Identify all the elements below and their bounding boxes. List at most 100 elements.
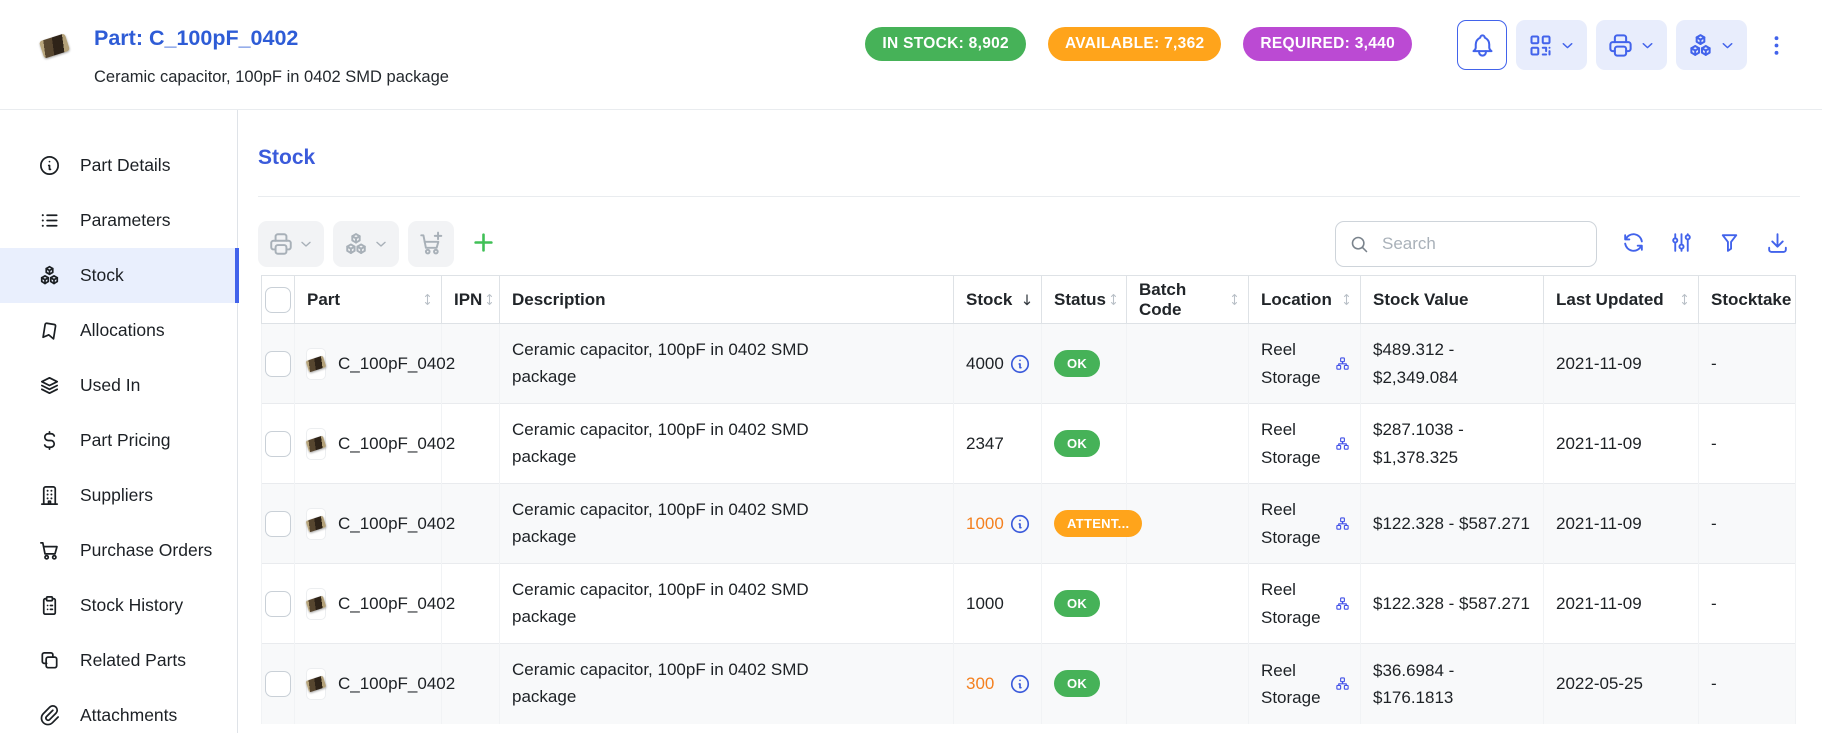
column-header-batch-code[interactable]: Batch Code bbox=[1127, 276, 1249, 324]
location-link[interactable]: Reel Storage bbox=[1261, 336, 1335, 390]
chevron-down-icon bbox=[373, 236, 389, 252]
stocktake-cell: - bbox=[1699, 644, 1796, 724]
status-badge: OK bbox=[1054, 670, 1100, 697]
sidebar: Part Details Parameters Stock Allocation… bbox=[0, 110, 238, 733]
copy-icon bbox=[38, 649, 61, 672]
column-header-location[interactable]: Location bbox=[1249, 276, 1361, 324]
part-thumbnail bbox=[307, 349, 325, 379]
sidebar-item-label: Parameters bbox=[80, 210, 170, 231]
column-header-status[interactable]: Status bbox=[1042, 276, 1127, 324]
sidebar-item-related-parts[interactable]: Related Parts bbox=[0, 633, 237, 688]
column-header-stocktake: Stocktake bbox=[1699, 276, 1796, 324]
order-stock-button[interactable] bbox=[408, 221, 454, 267]
print-actions-button[interactable] bbox=[1596, 20, 1667, 70]
part-thumbnail bbox=[307, 509, 325, 539]
column-header-part[interactable]: Part bbox=[295, 276, 442, 324]
sort-both-icon[interactable] bbox=[1677, 292, 1692, 307]
stock-value-cell: $122.328 - $587.271 bbox=[1361, 564, 1544, 644]
stock-cell: 1000 bbox=[954, 564, 1042, 644]
filter-button[interactable] bbox=[1717, 230, 1742, 258]
row-checkbox[interactable] bbox=[265, 511, 291, 537]
add-stock-item-button[interactable] bbox=[470, 229, 497, 259]
sidebar-item-purchase-orders[interactable]: Purchase Orders bbox=[0, 523, 237, 578]
batch-code-cell bbox=[1127, 484, 1249, 564]
part-name-link[interactable]: C_100pF_0402 bbox=[338, 674, 455, 694]
location-link[interactable]: Reel Storage bbox=[1261, 576, 1335, 630]
clipboard-icon bbox=[38, 594, 61, 617]
info-circle-icon[interactable] bbox=[1009, 673, 1031, 695]
row-checkbox[interactable] bbox=[265, 671, 291, 697]
last-updated-cell: 2021-11-09 bbox=[1544, 564, 1699, 644]
sidebar-item-stock[interactable]: Stock bbox=[0, 248, 237, 303]
part-name-link[interactable]: C_100pF_0402 bbox=[338, 354, 455, 374]
part-name-link[interactable]: C_100pF_0402 bbox=[338, 594, 455, 614]
sidebar-item-used-in[interactable]: Used In bbox=[0, 358, 237, 413]
description-cell: Ceramic capacitor, 100pF in 0402 SMD pac… bbox=[500, 404, 954, 484]
sort-both-icon[interactable] bbox=[420, 292, 435, 307]
sort-both-icon[interactable] bbox=[1339, 292, 1354, 307]
sidebar-item-label: Suppliers bbox=[80, 485, 153, 506]
sort-both-icon[interactable] bbox=[482, 292, 497, 307]
stock-quantity: 2347 bbox=[966, 434, 1004, 454]
sitemap-icon bbox=[1335, 516, 1350, 531]
sidebar-item-allocations[interactable]: Allocations bbox=[0, 303, 237, 358]
cart-icon bbox=[38, 539, 61, 562]
barcode-actions-button[interactable] bbox=[1516, 20, 1587, 70]
in-stock-badge: IN STOCK: 8,902 bbox=[865, 27, 1026, 61]
column-header-ipn[interactable]: IPN bbox=[442, 276, 500, 324]
qrcode-icon bbox=[1527, 32, 1554, 59]
search-input[interactable] bbox=[1380, 233, 1583, 255]
sort-both-icon[interactable] bbox=[1106, 292, 1121, 307]
sidebar-item-attachments[interactable]: Attachments bbox=[0, 688, 237, 743]
sidebar-item-suppliers[interactable]: Suppliers bbox=[0, 468, 237, 523]
page-title: Part: C_100pF_0402 bbox=[94, 26, 449, 51]
sort-desc-icon[interactable] bbox=[1019, 292, 1035, 308]
last-updated-cell: 2021-11-09 bbox=[1544, 484, 1699, 564]
sidebar-item-part-pricing[interactable]: Part Pricing bbox=[0, 413, 237, 468]
sidebar-item-part-details[interactable]: Part Details bbox=[0, 138, 237, 193]
table-row: C_100pF_0402 Ceramic capacitor, 100pF in… bbox=[262, 564, 1796, 644]
status-badge: OK bbox=[1054, 430, 1100, 457]
sitemap-icon bbox=[1335, 596, 1350, 611]
info-circle-icon[interactable] bbox=[1009, 353, 1031, 375]
download-button[interactable] bbox=[1765, 230, 1790, 258]
column-header-description: Description bbox=[500, 276, 954, 324]
location-link[interactable]: Reel Storage bbox=[1261, 416, 1335, 470]
table-settings-button[interactable] bbox=[1669, 230, 1694, 258]
sidebar-item-parameters[interactable]: Parameters bbox=[0, 193, 237, 248]
stock-actions-button[interactable] bbox=[1676, 20, 1747, 70]
info-circle-icon[interactable] bbox=[1009, 513, 1031, 535]
row-checkbox[interactable] bbox=[265, 431, 291, 457]
table-row: C_100pF_0402 Ceramic capacitor, 100pF in… bbox=[262, 404, 1796, 484]
status-cell: OK bbox=[1042, 404, 1127, 484]
notifications-button[interactable] bbox=[1457, 20, 1507, 70]
part-name-link[interactable]: C_100pF_0402 bbox=[338, 434, 455, 454]
stock-badges: IN STOCK: 8,902AVAILABLE: 7,362REQUIRED:… bbox=[865, 27, 1412, 61]
status-cell: OK bbox=[1042, 644, 1127, 724]
sitemap-icon bbox=[1335, 676, 1350, 691]
location-cell: Reel Storage bbox=[1249, 404, 1361, 484]
column-header-stock[interactable]: Stock bbox=[954, 276, 1042, 324]
last-updated-cell: 2021-11-09 bbox=[1544, 324, 1699, 404]
row-checkbox[interactable] bbox=[265, 351, 291, 377]
sort-both-icon[interactable] bbox=[1227, 292, 1242, 307]
sidebar-item-label: Attachments bbox=[80, 705, 177, 726]
location-link[interactable]: Reel Storage bbox=[1261, 496, 1335, 550]
location-link[interactable]: Reel Storage bbox=[1261, 657, 1335, 711]
dots-vertical-icon bbox=[1763, 32, 1790, 59]
sidebar-item-stock-history[interactable]: Stock History bbox=[0, 578, 237, 633]
overflow-menu-button[interactable] bbox=[1761, 20, 1792, 70]
status-cell: ATTENT... bbox=[1042, 484, 1127, 564]
part-name-link[interactable]: C_100pF_0402 bbox=[338, 514, 455, 534]
stocktake-cell: - bbox=[1699, 484, 1796, 564]
table-toolbar bbox=[258, 221, 1800, 267]
last-updated-cell: 2022-05-25 bbox=[1544, 644, 1699, 724]
row-checkbox[interactable] bbox=[265, 591, 291, 617]
column-header-last-updated[interactable]: Last Updated bbox=[1544, 276, 1699, 324]
select-all-checkbox[interactable] bbox=[265, 287, 291, 313]
stock-options-button[interactable] bbox=[333, 221, 399, 267]
print-options-button[interactable] bbox=[258, 221, 324, 267]
refresh-button[interactable] bbox=[1621, 230, 1646, 258]
search-box bbox=[1335, 221, 1597, 267]
bell-icon bbox=[1469, 32, 1496, 59]
